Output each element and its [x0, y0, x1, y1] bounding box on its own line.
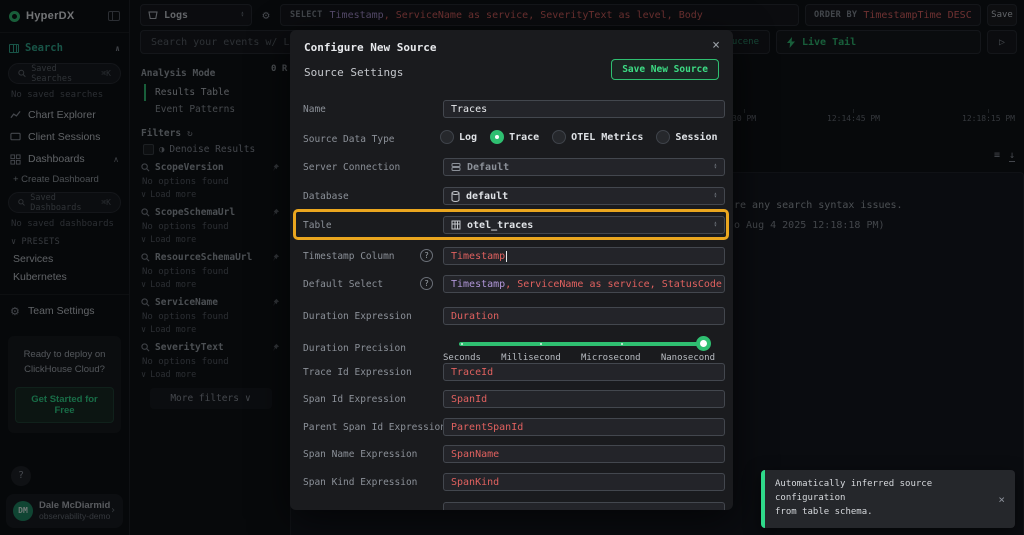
- table-icon: [451, 220, 461, 230]
- span-id-input[interactable]: SpanId: [443, 390, 725, 408]
- default-select-input[interactable]: Timestamp, ServiceName as service, Statu…: [443, 275, 725, 293]
- toast-notification[interactable]: Automatically inferred source configurat…: [761, 470, 1015, 528]
- radio-trace[interactable]: Trace: [490, 130, 539, 144]
- table-label: Table: [303, 220, 332, 231]
- span-kind-input[interactable]: SpanKind: [443, 473, 725, 491]
- database-value: default: [466, 191, 508, 202]
- toast-message-line2: from table schema.: [775, 506, 990, 520]
- select-chevrons-icon: ▴▾: [714, 164, 717, 171]
- table-select[interactable]: otel_traces ▴▾: [443, 216, 725, 234]
- slider-mark: [461, 343, 463, 345]
- slider-label-microsecond[interactable]: Microsecond: [581, 353, 641, 363]
- span-name-input[interactable]: SpanName: [443, 445, 725, 463]
- slider-label-nanosecond[interactable]: Nanosecond: [661, 353, 715, 363]
- radio-icon: [440, 130, 454, 144]
- name-input[interactable]: Traces: [443, 100, 725, 118]
- duration-expression-input[interactable]: Duration: [443, 307, 725, 325]
- timestamp-column-label: Timestamp Column: [303, 251, 395, 262]
- server-connection-label: Server Connection: [303, 162, 400, 173]
- help-icon[interactable]: ?: [420, 249, 433, 262]
- help-icon[interactable]: ?: [420, 277, 433, 290]
- radio-icon: [656, 130, 670, 144]
- trace-id-label: Trace Id Expression: [303, 367, 412, 378]
- close-icon[interactable]: ×: [712, 38, 720, 53]
- configure-source-modal: Configure New Source × Source Settings S…: [290, 30, 733, 510]
- slider-thumb[interactable]: [696, 336, 711, 351]
- next-field-input-partial[interactable]: [443, 502, 725, 510]
- slider-mark: [621, 343, 623, 345]
- modal-title: Configure New Source: [304, 41, 436, 54]
- source-settings-heading: Source Settings: [304, 66, 403, 79]
- radio-selected-icon: [490, 130, 504, 144]
- trace-id-input[interactable]: TraceId: [443, 363, 725, 381]
- span-id-label: Span Id Expression: [303, 394, 406, 405]
- radio-otel-metrics[interactable]: OTEL Metrics: [552, 130, 643, 144]
- duration-expression-label: Duration Expression: [303, 311, 412, 322]
- radio-session[interactable]: Session: [656, 130, 717, 144]
- close-icon[interactable]: ×: [990, 493, 1005, 506]
- source-data-type-label: Source Data Type: [303, 134, 395, 145]
- database-icon: [451, 191, 460, 202]
- database-label: Database: [303, 191, 349, 202]
- select-chevrons-icon: ▴▾: [714, 222, 717, 229]
- save-new-source-button[interactable]: Save New Source: [611, 59, 719, 80]
- server-connection-select[interactable]: Default ▴▾: [443, 158, 725, 176]
- parent-span-id-label: Parent Span Id Expression: [303, 422, 446, 433]
- database-select[interactable]: default ▴▾: [443, 187, 725, 205]
- table-value: otel_traces: [467, 220, 533, 231]
- slider-label-millisecond[interactable]: Millisecond: [501, 353, 561, 363]
- slider-mark: [540, 343, 542, 345]
- duration-precision-label: Duration Precision: [303, 343, 406, 354]
- source-data-type-radios: Log Trace OTEL Metrics Session: [440, 130, 718, 144]
- text-caret: [506, 251, 507, 262]
- slider-label-seconds[interactable]: Seconds: [443, 353, 481, 363]
- slider-track[interactable]: [459, 342, 705, 346]
- parent-span-id-input[interactable]: ParentSpanId: [443, 418, 725, 436]
- radio-log[interactable]: Log: [440, 130, 477, 144]
- toast-message-line1: Automatically inferred source configurat…: [775, 478, 990, 506]
- server-connection-value: Default: [467, 162, 509, 173]
- span-name-label: Span Name Expression: [303, 449, 417, 460]
- name-label: Name: [303, 104, 326, 115]
- timestamp-column-input[interactable]: Timestamp: [443, 247, 725, 265]
- select-chevrons-icon: ▴▾: [714, 193, 717, 200]
- span-kind-label: Span Kind Expression: [303, 477, 417, 488]
- server-icon: [451, 162, 461, 172]
- default-select-label: Default Select: [303, 279, 383, 290]
- radio-icon: [552, 130, 566, 144]
